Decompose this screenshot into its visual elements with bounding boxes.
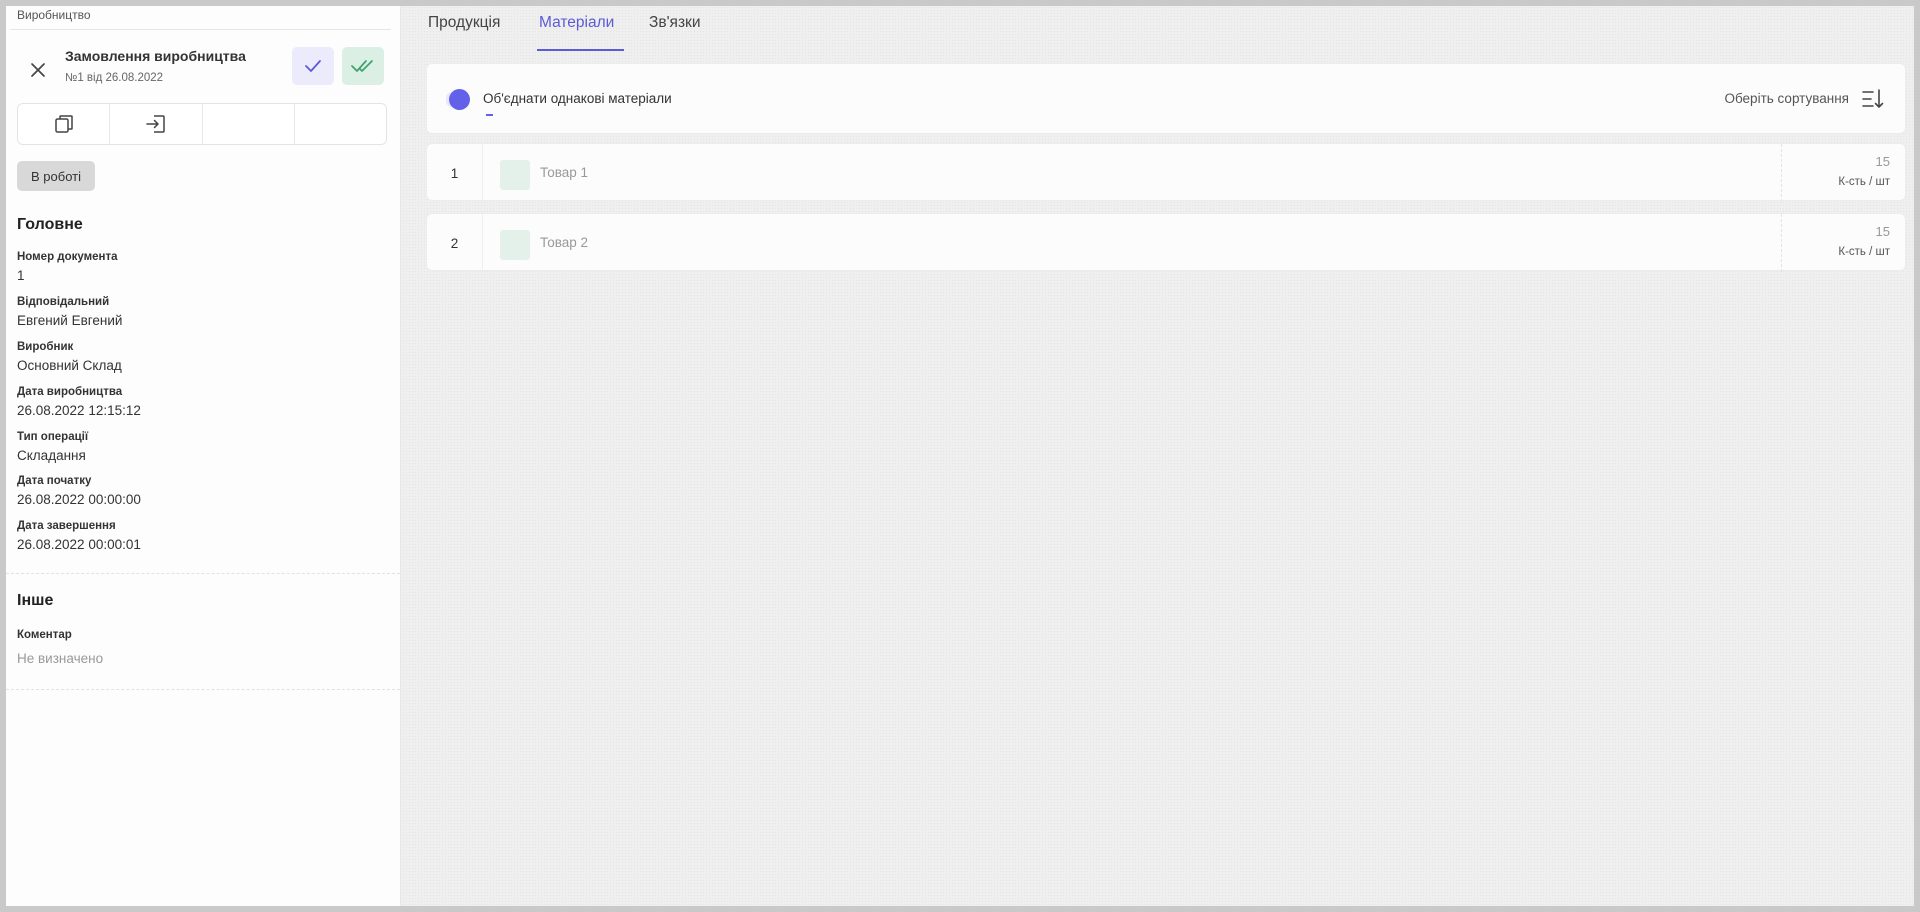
sort-select[interactable]: Оберіть сортування [1724, 91, 1849, 106]
material-name[interactable]: Товар 1 [540, 165, 588, 180]
field-value: 26.08.2022 00:00:01 [17, 537, 141, 552]
main-section-title: Головне [17, 216, 83, 233]
check-icon [305, 60, 321, 72]
row-index: 2 [427, 214, 483, 272]
section-divider [6, 573, 400, 574]
field-value: 26.08.2022 00:00:00 [17, 492, 141, 507]
active-tab-indicator [537, 49, 624, 51]
document-subtitle: №1 від 26.08.2022 [65, 72, 164, 84]
tab-links[interactable]: Зв'язки [649, 14, 701, 32]
row-divider [1781, 214, 1782, 272]
material-row[interactable]: 2 Товар 2 15 К-сть / шт [426, 213, 1906, 272]
tab-products[interactable]: Продукція [428, 14, 500, 32]
toggle-focus-mark [486, 114, 493, 116]
confirm-all-button[interactable] [342, 47, 384, 85]
material-quantity[interactable]: 15 [1876, 154, 1890, 169]
toolbar-empty-slot[interactable] [203, 104, 295, 144]
row-index: 1 [427, 144, 483, 202]
tab-materials[interactable]: Матеріали [539, 14, 614, 32]
close-button[interactable] [24, 56, 52, 84]
import-button[interactable] [110, 104, 203, 144]
field-value: Евгений Евгений [17, 313, 123, 328]
material-name[interactable]: Товар 2 [540, 235, 588, 250]
field-label: Дата виробництва [17, 386, 123, 398]
copy-button[interactable] [18, 104, 111, 144]
field-label: Виробник [17, 341, 74, 353]
material-row[interactable]: 1 Товар 1 15 К-сть / шт [426, 143, 1906, 202]
material-unit: К-сть / шт [1838, 176, 1890, 188]
section-divider [6, 689, 400, 690]
status-badge[interactable]: В роботі [17, 161, 95, 191]
product-image [500, 160, 530, 190]
double-check-icon [351, 60, 373, 72]
import-icon [146, 115, 165, 133]
divider [10, 29, 391, 30]
field-label: Дата завершення [17, 520, 116, 532]
document-toolbar [17, 103, 387, 145]
field-value: Складання [17, 448, 86, 463]
field-label: Відповідальний [17, 296, 110, 308]
field-label: Номер документа [17, 251, 118, 263]
material-quantity[interactable]: 15 [1876, 224, 1890, 239]
row-divider [1781, 144, 1782, 202]
confirm-button[interactable] [292, 47, 334, 85]
product-image [500, 230, 530, 260]
document-sidebar: Виробництво Замовлення виробництва №1 ві… [6, 6, 401, 906]
comment-value[interactable]: Не визначено [17, 651, 103, 666]
toolbar-empty-slot[interactable] [295, 104, 386, 144]
field-value: 1 [17, 268, 25, 283]
material-unit: К-сть / шт [1838, 246, 1890, 258]
sort-icon[interactable] [1861, 87, 1885, 111]
field-value: Основний Склад [17, 358, 122, 373]
document-title: Замовлення виробництва [65, 48, 246, 64]
field-label: Коментар [17, 629, 72, 641]
other-section-title: Інше [17, 592, 54, 609]
close-icon [31, 63, 45, 77]
field-label: Дата початку [17, 475, 92, 487]
field-label: Тип операції [17, 431, 89, 443]
breadcrumb[interactable]: Виробництво [17, 8, 91, 22]
filter-bar: Об'єднати однакові матеріали Оберіть сор… [426, 63, 1906, 134]
field-value: 26.08.2022 12:15:12 [17, 403, 141, 418]
merge-materials-label[interactable]: Об'єднати однакові матеріали [483, 91, 672, 106]
copy-icon [54, 115, 73, 133]
merge-toggle[interactable] [449, 89, 470, 110]
app-window: Виробництво Замовлення виробництва №1 ві… [6, 6, 1914, 906]
